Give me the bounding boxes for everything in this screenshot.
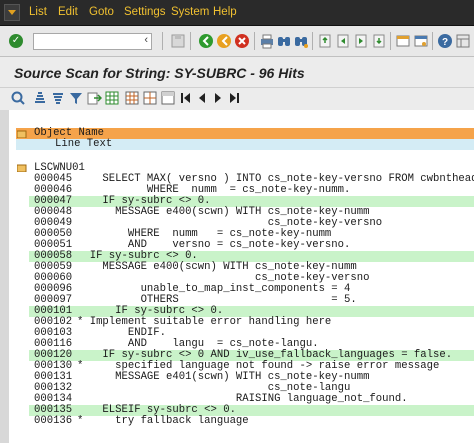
next-page-icon[interactable] bbox=[353, 32, 369, 50]
menu-system[interactable]: System bbox=[171, 6, 209, 18]
export-icon[interactable] bbox=[86, 90, 102, 108]
new-session-icon[interactable] bbox=[395, 32, 411, 50]
folder-icon bbox=[17, 164, 27, 172]
line-number[interactable]: 000136 bbox=[34, 416, 72, 427]
shortcut-icon[interactable] bbox=[413, 32, 429, 50]
detail-icon[interactable] bbox=[10, 90, 26, 108]
toolbar-divider bbox=[190, 32, 191, 50]
enter-check-icon[interactable]: ✓ bbox=[9, 34, 23, 48]
toolbar-divider bbox=[390, 32, 391, 50]
menu-goto[interactable]: Goto bbox=[89, 6, 114, 18]
menu-edit[interactable]: Edit bbox=[58, 6, 78, 18]
command-field[interactable]: ‹ bbox=[33, 33, 152, 52]
last-entry-icon[interactable] bbox=[228, 90, 244, 108]
cancel-icon[interactable] bbox=[234, 32, 250, 50]
toolbar-divider bbox=[432, 32, 433, 50]
command-input[interactable] bbox=[34, 36, 140, 52]
menu-list[interactable]: List bbox=[29, 6, 47, 18]
prev-page-icon[interactable] bbox=[335, 32, 351, 50]
sort-ascending-icon[interactable] bbox=[32, 90, 48, 108]
sap-menu-icon[interactable] bbox=[4, 4, 20, 21]
layout-icon[interactable] bbox=[455, 32, 471, 50]
insert-row-icon[interactable] bbox=[142, 90, 158, 108]
menu-help[interactable]: Help bbox=[213, 6, 237, 18]
menu-bar: List Edit Goto Settings System Help bbox=[0, 0, 474, 26]
line-text[interactable]: * try fallback language bbox=[77, 416, 249, 427]
spreadsheet-icon[interactable] bbox=[104, 90, 120, 108]
first-page-icon[interactable] bbox=[317, 32, 333, 50]
sort-descending-icon[interactable] bbox=[50, 90, 66, 108]
help-icon[interactable]: ? bbox=[437, 32, 453, 50]
left-margin-strip bbox=[0, 110, 9, 443]
layout-change-icon[interactable] bbox=[160, 90, 176, 108]
toolbar-divider bbox=[312, 32, 313, 50]
folder-icon bbox=[17, 130, 27, 138]
print-icon[interactable] bbox=[259, 32, 275, 50]
next-entry-icon[interactable] bbox=[212, 90, 228, 108]
save-icon[interactable] bbox=[170, 32, 186, 50]
first-entry-icon[interactable] bbox=[180, 90, 196, 108]
find-icon[interactable] bbox=[276, 32, 292, 50]
menu-settings[interactable]: Settings bbox=[124, 6, 166, 18]
back-icon[interactable] bbox=[198, 32, 214, 50]
table-view-icon[interactable] bbox=[124, 90, 140, 108]
filter-icon[interactable] bbox=[68, 90, 84, 108]
previous-entry-icon[interactable] bbox=[196, 90, 212, 108]
page-title: Source Scan for String: SY-SUBRC - 96 Hi… bbox=[14, 65, 305, 81]
last-page-icon[interactable] bbox=[371, 32, 387, 50]
exit-icon[interactable] bbox=[216, 32, 232, 50]
chevron-down-icon[interactable]: ‹ bbox=[144, 34, 148, 46]
header-line-text: Line Text bbox=[55, 138, 113, 150]
svg-text:?: ? bbox=[442, 37, 448, 48]
toolbar-divider bbox=[162, 32, 163, 50]
find-next-icon[interactable] bbox=[293, 32, 309, 50]
toolbar-divider bbox=[254, 32, 255, 50]
